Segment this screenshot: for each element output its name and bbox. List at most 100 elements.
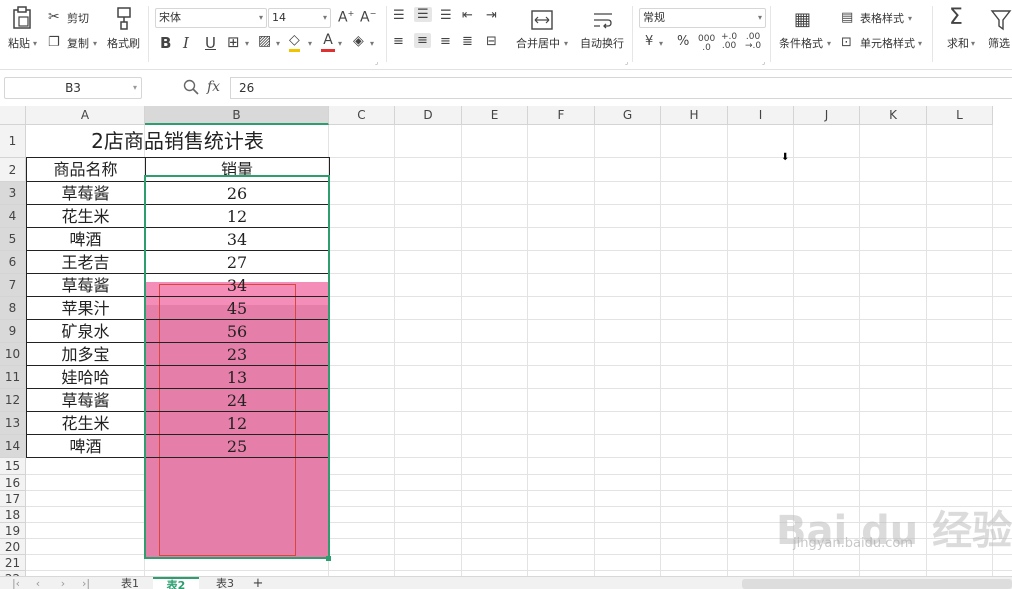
percent-icon[interactable]: % [677, 34, 689, 49]
decrease-font-icon[interactable]: A− [360, 9, 376, 26]
align-left-icon[interactable]: ≡ [393, 34, 404, 49]
column-header-j[interactable]: J [794, 106, 860, 125]
product-name-cell[interactable]: 草莓酱 [26, 274, 145, 297]
select-all-corner[interactable] [0, 106, 26, 125]
fill-handle[interactable] [326, 556, 331, 561]
thousands-icon[interactable]: 000.0 [698, 35, 715, 53]
row-header-8[interactable]: 8 [0, 297, 26, 320]
wrap-text-icon[interactable] [592, 10, 614, 30]
sales-cell[interactable]: 26 [145, 182, 329, 205]
column-header-a[interactable]: A [26, 106, 145, 125]
formula-input[interactable]: 26 [230, 77, 1012, 99]
copy-dropdown-icon[interactable]: ▾ [93, 37, 97, 51]
align-bottom-icon[interactable]: ☰ [440, 8, 452, 23]
sales-cell[interactable]: 23 [145, 343, 329, 366]
increase-font-icon[interactable]: A+ [338, 9, 354, 26]
product-name-cell[interactable]: 啤酒 [26, 228, 145, 251]
row-header-4[interactable]: 4 [0, 205, 26, 228]
first-sheet-icon[interactable]: |‹ [10, 577, 22, 589]
copy-icon[interactable]: ❐ [48, 35, 60, 50]
row-header-5[interactable]: 5 [0, 228, 26, 251]
scissors-icon[interactable]: ✂ [48, 9, 60, 25]
cell-style-button[interactable]: 单元格样式 [860, 37, 915, 51]
number-group-launcher-icon[interactable]: ⌟ [762, 55, 765, 69]
row-header-14[interactable]: 14 [0, 435, 26, 458]
font-group-launcher-icon[interactable]: ⌟ [375, 55, 378, 69]
decrease-indent-icon[interactable]: ⇤ [462, 8, 473, 23]
eraser-icon[interactable]: ◈ [353, 33, 364, 49]
column-header-c[interactable]: C [329, 106, 395, 125]
sales-cell[interactable]: 45 [145, 297, 329, 320]
increase-decimal-icon[interactable]: +.0.00 [721, 33, 737, 51]
horizontal-scrollbar[interactable] [742, 579, 1012, 589]
conditional-format-button[interactable]: 条件格式 [779, 37, 823, 51]
sales-cell[interactable]: 56 [145, 320, 329, 343]
row-header-16[interactable]: 16 [0, 475, 26, 491]
sales-cell[interactable]: 12 [145, 205, 329, 228]
row-header-21[interactable]: 21 [0, 555, 26, 571]
row-header-6[interactable]: 6 [0, 251, 26, 274]
cell-style-dropdown-icon[interactable]: ▾ [918, 37, 922, 51]
last-sheet-icon[interactable]: ›| [80, 577, 92, 589]
product-name-cell[interactable]: 草莓酱 [26, 182, 145, 205]
table-style-icon[interactable]: ▤ [841, 10, 853, 25]
sum-button[interactable]: 求和 [947, 37, 969, 51]
sales-cell[interactable]: 12 [145, 412, 329, 435]
cut-button[interactable]: 剪切 [67, 12, 89, 26]
filter-button[interactable]: 筛选 [988, 37, 1010, 51]
sheet-tab-3[interactable]: 表3 [205, 577, 245, 589]
fx-icon[interactable]: fx [207, 79, 220, 95]
font-color-dropdown-icon[interactable]: ▾ [338, 37, 342, 51]
font-size-select[interactable]: 14 ▾ [268, 8, 331, 28]
prev-sheet-icon[interactable]: ‹ [33, 577, 43, 589]
sheet-tab-2[interactable]: 表2 [153, 577, 199, 589]
merge-center-icon[interactable] [531, 10, 553, 30]
product-name-cell[interactable]: 加多宝 [26, 343, 145, 366]
table-style-dropdown-icon[interactable]: ▾ [908, 12, 912, 26]
column-header-e[interactable]: E [462, 106, 528, 125]
align-middle-icon[interactable]: ☰ [414, 7, 432, 22]
row-header-13[interactable]: 13 [0, 412, 26, 435]
name-box[interactable]: B3 ▾ [4, 77, 142, 99]
currency-icon[interactable]: ¥ [645, 34, 653, 49]
sheet-tab-1[interactable]: 表1 [110, 577, 150, 589]
row-header-18[interactable]: 18 [0, 507, 26, 523]
column-header-d[interactable]: D [395, 106, 462, 125]
conditional-format-icon[interactable]: ▦ [794, 9, 811, 30]
row-header-2[interactable]: 2 [0, 158, 26, 182]
copy-button[interactable]: 复制 [67, 37, 89, 51]
font-color-icon[interactable]: A [321, 32, 335, 52]
column-header-f[interactable]: F [528, 106, 595, 125]
format-painter-icon[interactable] [113, 6, 135, 32]
paste-dropdown-icon[interactable]: ▾ [33, 37, 37, 51]
font-name-select[interactable]: 宋体 ▾ [155, 8, 267, 28]
row-header-19[interactable]: 19 [0, 523, 26, 539]
italic-icon[interactable]: I [183, 34, 189, 52]
row-header-1[interactable]: 1 [0, 125, 26, 158]
fill-style-dropdown-icon[interactable]: ▾ [276, 37, 280, 51]
increase-indent-icon[interactable]: ⇥ [486, 8, 497, 23]
wrap-text-button[interactable]: 自动换行 [580, 37, 624, 51]
row-header-17[interactable]: 17 [0, 491, 26, 507]
zoom-search-icon[interactable] [182, 78, 200, 96]
format-painter-button[interactable]: 格式刷 [107, 37, 140, 51]
column-header-i[interactable]: I [728, 106, 794, 125]
paste-icon[interactable] [10, 6, 34, 32]
decrease-decimal-icon[interactable]: .00 →.0 [745, 33, 761, 51]
row-header-11[interactable]: 11 [0, 366, 26, 389]
sales-cell[interactable]: 25 [145, 435, 329, 458]
align-right-icon[interactable]: ≡ [440, 34, 451, 49]
column-header-b[interactable]: B [145, 106, 329, 125]
add-sheet-icon[interactable]: + [251, 577, 265, 589]
sales-cell[interactable]: 24 [145, 389, 329, 412]
table-style-button[interactable]: 表格样式 [860, 12, 904, 26]
row-header-9[interactable]: 9 [0, 320, 26, 343]
worksheet-grid[interactable]: ABCDEFGHIJKL 1 2 3 4 5 6 7 8 9 10 11 12 13 14 15 16 17 18… [0, 106, 1012, 576]
sales-cell[interactable]: 34 [145, 274, 329, 297]
row-header-20[interactable]: 20 [0, 539, 26, 555]
sales-cell[interactable]: 27 [145, 251, 329, 274]
border-dropdown-icon[interactable]: ▾ [245, 37, 249, 51]
column-header-k[interactable]: K [860, 106, 927, 125]
align-center-icon[interactable]: ≡ [414, 33, 431, 48]
row-header-15[interactable]: 15 [0, 458, 26, 475]
